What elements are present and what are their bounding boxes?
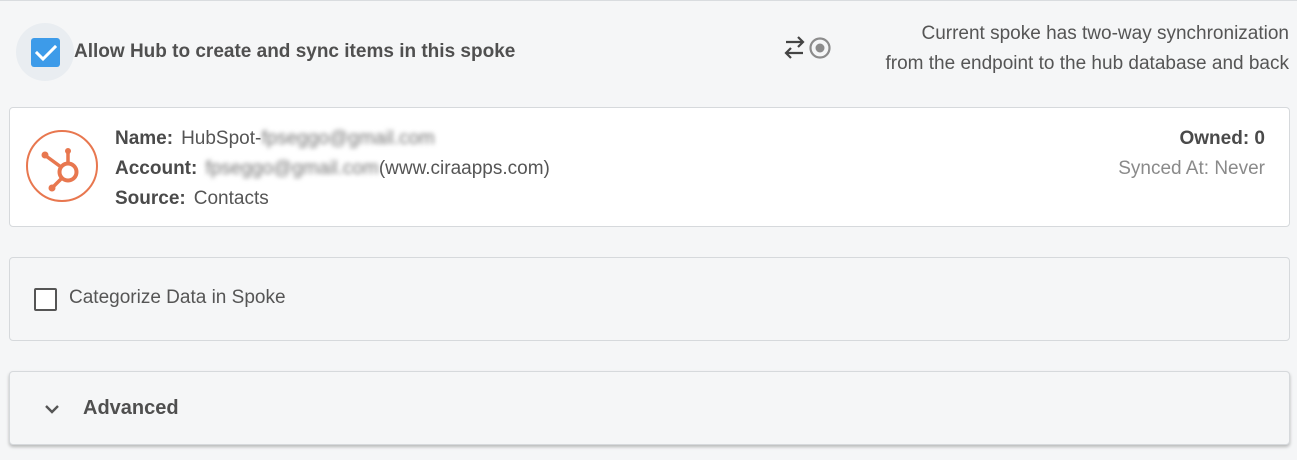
sync-mode-line-2: from the endpoint to the hub database an…: [885, 53, 1289, 74]
account-info: Name: HubSpot-fpseggo@gmail.com Account: f…: [115, 124, 550, 214]
allow-sync-label[interactable]: Allow Hub to create and sync items in th…: [74, 41, 515, 63]
source-row: Source: Contacts: [115, 184, 550, 214]
name-email-redacted: fpseggo@gmail.com: [261, 128, 435, 149]
allow-sync-checkbox-wrapper[interactable]: [16, 23, 74, 81]
advanced-label[interactable]: Advanced: [83, 397, 179, 420]
allow-sync-checkbox[interactable]: [31, 38, 60, 67]
account-label: Account:: [115, 158, 198, 179]
advanced-section-toggle[interactable]: Advanced: [9, 371, 1290, 445]
name-value: HubSpot-: [181, 128, 262, 149]
hubspot-icon: [41, 148, 79, 192]
synced-at: Synced At: Never: [1118, 158, 1265, 179]
sync-settings-header: Allow Hub to create and sync items in th…: [0, 1, 1297, 101]
checkmark-icon: [34, 44, 57, 61]
two-way-sync-icon: [783, 34, 835, 62]
source-value: Contacts: [193, 188, 269, 209]
name-row: Name: HubSpot-fpseggo@gmail.com: [115, 124, 550, 154]
account-domain: (www.ciraapps.com): [378, 158, 550, 179]
categorize-card: Categorize Data in Spoke: [9, 257, 1290, 341]
account-row: Account: fpseggo@gmail.com(www.ciraapps.c…: [115, 154, 550, 184]
sync-mode-description: Current spoke has two-way synchronizatio…: [829, 19, 1289, 79]
source-label: Source:: [115, 188, 186, 209]
categorize-checkbox[interactable]: [34, 288, 57, 311]
hubspot-logo: [26, 130, 98, 202]
chevron-down-icon: [43, 402, 61, 420]
name-label: Name:: [115, 128, 174, 149]
owned-count: Owned: 0: [1179, 128, 1265, 149]
categorize-label[interactable]: Categorize Data in Spoke: [69, 287, 286, 309]
account-card: Name: HubSpot-fpseggo@gmail.com Account: f…: [9, 107, 1290, 227]
sync-mode-line-1: Current spoke has two-way synchronizatio…: [921, 23, 1289, 44]
account-email-redacted: fpseggo@gmail.com: [205, 158, 379, 179]
